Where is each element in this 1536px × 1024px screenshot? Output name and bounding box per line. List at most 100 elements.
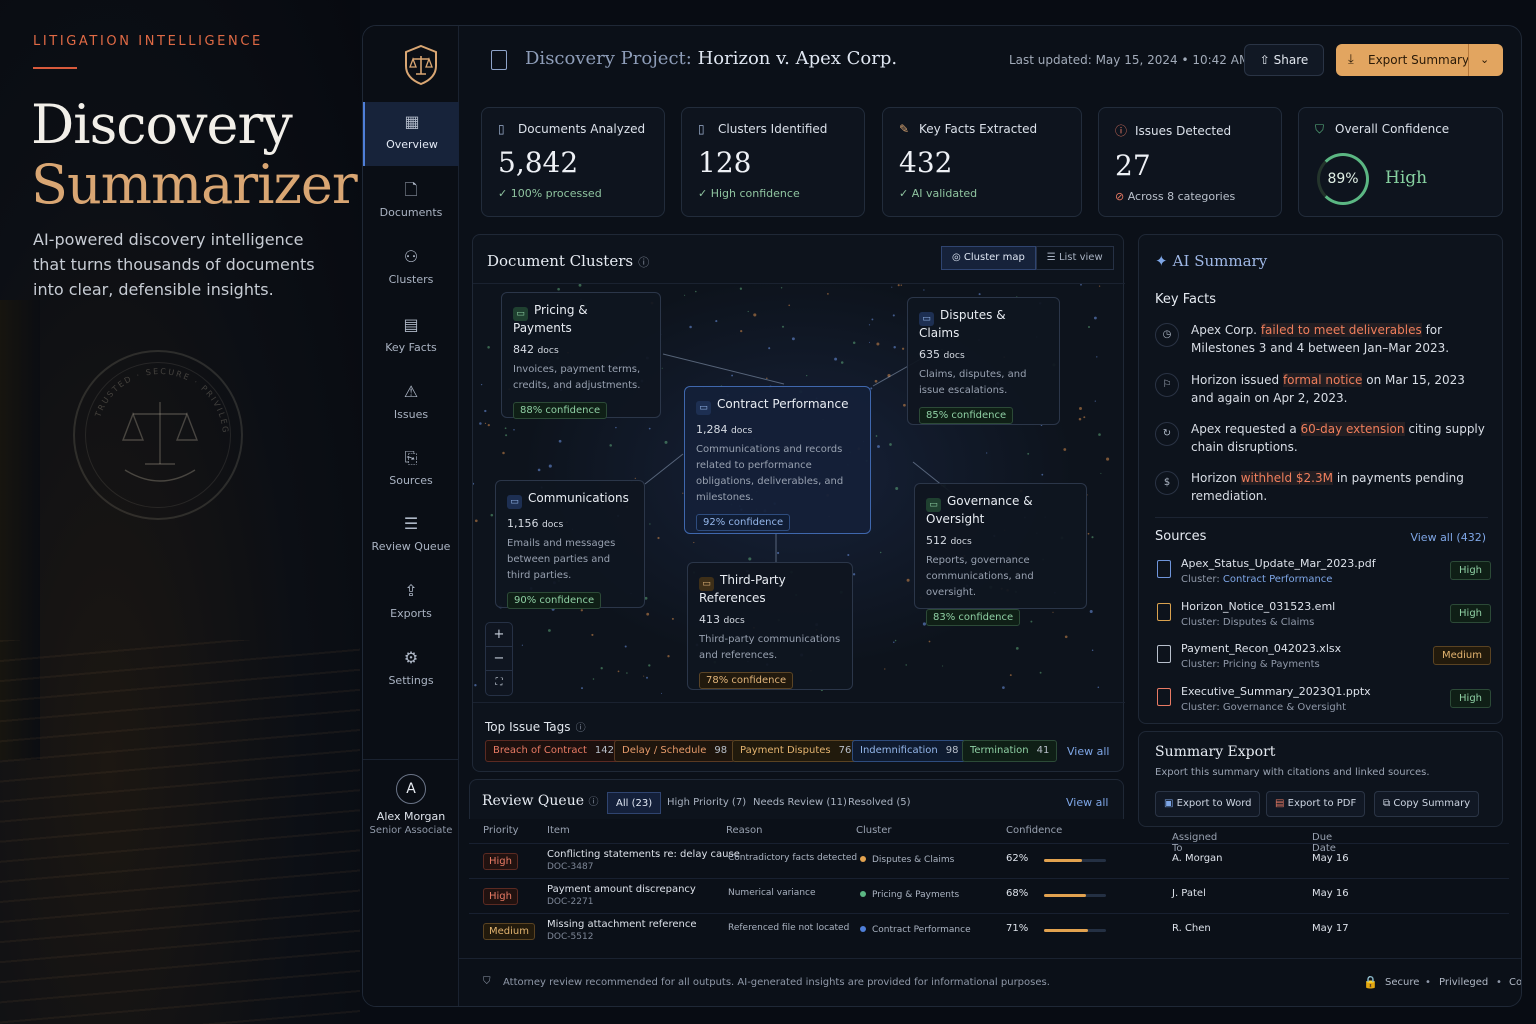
table-row[interactable]: High Conflicting statements re: delay ca… xyxy=(469,843,1509,878)
cluster-cell: Contract Performance xyxy=(860,925,971,935)
footer-privileged: Privileged xyxy=(1439,977,1489,988)
stat-sub-text: High confidence xyxy=(710,187,800,200)
nav-item-key-facts[interactable]: ▤ Key Facts xyxy=(363,305,459,369)
cluster-node-third-party-references[interactable]: ▭ Third-Party References 413 docs Third-p… xyxy=(687,562,853,690)
pdf-file-icon xyxy=(1157,560,1171,578)
tab-all[interactable]: All (23) xyxy=(607,792,662,814)
confidence-cell: 71% xyxy=(1006,923,1029,934)
source-filename: Apex_Status_Update_Mar_2023.pdf xyxy=(1181,557,1376,570)
source-cluster-link[interactable]: Contract Performance xyxy=(1223,574,1333,585)
cluster-map-canvas[interactable]: ▭ Pricing & Payments 842 docs Invoices, p… xyxy=(473,283,1125,703)
cluster-doc-unit: docs xyxy=(537,345,559,356)
zoom-out-button[interactable]: − xyxy=(486,647,512,671)
col-item[interactable]: Item xyxy=(547,825,570,836)
copy-icon: ⧉ xyxy=(1383,798,1391,809)
nav-item-review-queue[interactable]: ☰ Review Queue xyxy=(363,504,459,568)
nav-item-clusters[interactable]: ⚇ Clusters xyxy=(363,237,459,301)
info-icon[interactable]: ⓘ xyxy=(638,256,649,269)
cluster-doc-count: 413 xyxy=(699,613,720,626)
item-cell: Payment amount discrepancy DOC-2271 xyxy=(547,884,696,907)
page-title: Discovery Project: Horizon v. Apex Corp. xyxy=(525,48,897,69)
fit-view-button[interactable]: ⛶ xyxy=(486,671,512,695)
tab-needs-review[interactable]: Needs Review (11) xyxy=(745,792,855,814)
tag-breach-of-contract[interactable]: Breach of Contract 142 xyxy=(485,740,622,762)
tag-delay-schedule[interactable]: Delay / Schedule 98 xyxy=(614,740,736,762)
seal-inner-ring xyxy=(85,362,231,508)
cluster-node-pricing-payments[interactable]: ▭ Pricing & Payments 842 docs Invoices, p… xyxy=(501,292,661,419)
due-date-cell: May 16 xyxy=(1312,853,1349,864)
stat-documents-analyzed[interactable]: ▯ Documents Analyzed 5,842 ✓ 100% process… xyxy=(481,107,665,217)
cluster-node-governance-oversight[interactable]: ▭ Governance & Oversight 512 docs Reports… xyxy=(914,483,1087,626)
list-view-tab[interactable]: ☰ List view xyxy=(1035,246,1114,270)
cluster-node-communications[interactable]: ▭ Communications 1,156 docs Emails and me… xyxy=(495,480,645,609)
nav-label-key-facts: Key Facts xyxy=(385,341,437,354)
source-item[interactable]: Apex_Status_Update_Mar_2023.pdf Cluster: … xyxy=(1155,557,1491,597)
confidence-level: High xyxy=(1385,168,1428,188)
col-priority[interactable]: Priority xyxy=(483,825,519,836)
sources-view-all-link[interactable]: View all (432) xyxy=(1410,531,1486,544)
nav-label-settings: Settings xyxy=(388,674,434,687)
footer-dot: • xyxy=(1425,977,1431,988)
folder-icon: ▭ xyxy=(699,577,714,591)
shield-check-icon: ⛉ xyxy=(1315,122,1325,136)
share-button[interactable]: ⇧ Share xyxy=(1244,44,1324,76)
folder-icon: ▭ xyxy=(507,495,522,509)
stat-label: Documents Analyzed xyxy=(518,122,646,136)
nav-item-settings[interactable]: ⚙ Settings xyxy=(363,638,459,702)
stat-overall-confidence[interactable]: ⛉ Overall Confidence 89% High xyxy=(1298,107,1503,217)
user-profile[interactable]: A Alex Morgan Senior Associate xyxy=(363,759,459,836)
nav-item-documents[interactable]: 🗋 Documents xyxy=(363,170,459,234)
cluster-node-contract-performance[interactable]: ▭ Contract Performance 1,284 docs Communi… xyxy=(684,386,871,534)
stat-clusters-identified[interactable]: ▯ Clusters Identified 128 ✓ High confiden… xyxy=(681,107,865,217)
tag-indemnification[interactable]: Indemnification 98 xyxy=(852,740,967,762)
footer-secure: Secure xyxy=(1385,977,1420,988)
avatar: A xyxy=(396,774,426,804)
nav-item-issues[interactable]: ⚠ Issues xyxy=(363,372,459,436)
source-item[interactable]: Executive_Summary_2023Q1.pptx Cluster: Go… xyxy=(1155,685,1491,725)
stat-issues-detected[interactable]: ⓘ Issues Detected 27 ⊘ Across 8 categorie… xyxy=(1098,107,1282,217)
assigned-cell: J. Patel xyxy=(1172,888,1206,899)
export-summary-button[interactable]: ⤓ Export Summary ⌄ xyxy=(1336,44,1503,76)
review-view-all-link[interactable]: View all xyxy=(1066,796,1108,809)
confidence-cell: 62% xyxy=(1006,853,1029,864)
due-date-cell: May 16 xyxy=(1312,888,1349,899)
tab-high-priority[interactable]: High Priority (7) xyxy=(659,792,754,814)
col-reason[interactable]: Reason xyxy=(726,825,762,836)
alert-circle-icon: ⓘ xyxy=(1115,124,1128,138)
info-icon[interactable]: ⓘ xyxy=(576,723,586,734)
source-item[interactable]: Payment_Recon_042023.xlsx Cluster: Pricin… xyxy=(1155,642,1491,682)
tab-resolved[interactable]: Resolved (5) xyxy=(840,792,919,814)
fact-highlight: formal notice xyxy=(1282,373,1363,387)
chevron-down-icon[interactable]: ⌄ xyxy=(1480,44,1489,76)
nav-label-sources: Sources xyxy=(389,474,433,487)
spreadsheet-file-icon xyxy=(1157,645,1171,663)
cluster-node-disputes-claims[interactable]: ▭ Disputes & Claims 635 docs Claims, disp… xyxy=(907,297,1060,425)
fact-text: Horizon xyxy=(1191,471,1241,485)
zoom-in-button[interactable]: + xyxy=(486,623,512,647)
nav-item-overview[interactable]: ▦ Overview xyxy=(363,102,459,166)
col-confidence[interactable]: Confidence xyxy=(1006,825,1062,836)
tags-view-all-link[interactable]: View all xyxy=(1067,745,1109,758)
priority-badge: High xyxy=(483,888,518,905)
nav-item-exports[interactable]: ⇪ Exports xyxy=(363,571,459,635)
fact-highlight: withheld $2.3M xyxy=(1240,471,1333,485)
export-pdf-button[interactable]: ▤ Export to PDF xyxy=(1266,791,1366,817)
table-row[interactable]: Medium Missing attachment reference DOC-5… xyxy=(469,913,1509,948)
stat-key-facts-extracted[interactable]: ✎ Key Facts Extracted 432 ✓ AI validated xyxy=(882,107,1082,217)
col-cluster[interactable]: Cluster xyxy=(856,825,892,836)
source-item[interactable]: Horizon_Notice_031523.eml Cluster: Disput… xyxy=(1155,600,1491,640)
scales-logo-icon[interactable] xyxy=(403,44,439,86)
tag-payment-disputes[interactable]: Payment Disputes 76 xyxy=(732,740,860,762)
document-icon: ▯ xyxy=(498,122,505,136)
project-name: Horizon v. Apex Corp. xyxy=(697,48,898,69)
export-word-button[interactable]: ▣ Export to Word xyxy=(1155,791,1261,817)
cluster-doc-count: 842 xyxy=(513,343,534,356)
source-cluster: Cluster: Contract Performance xyxy=(1181,574,1332,585)
tag-termination[interactable]: Termination 41 xyxy=(962,740,1058,762)
copy-summary-button[interactable]: ⧉ Copy Summary xyxy=(1374,791,1480,817)
cluster-description: Invoices, payment terms, credits, and ad… xyxy=(513,364,641,391)
nav-item-sources[interactable]: ⎘ Sources xyxy=(363,438,459,502)
info-icon[interactable]: ⓘ xyxy=(588,797,598,808)
table-row[interactable]: High Payment amount discrepancy DOC-2271 … xyxy=(469,878,1509,913)
cluster-map-tab[interactable]: ◎ Cluster map xyxy=(941,246,1036,270)
